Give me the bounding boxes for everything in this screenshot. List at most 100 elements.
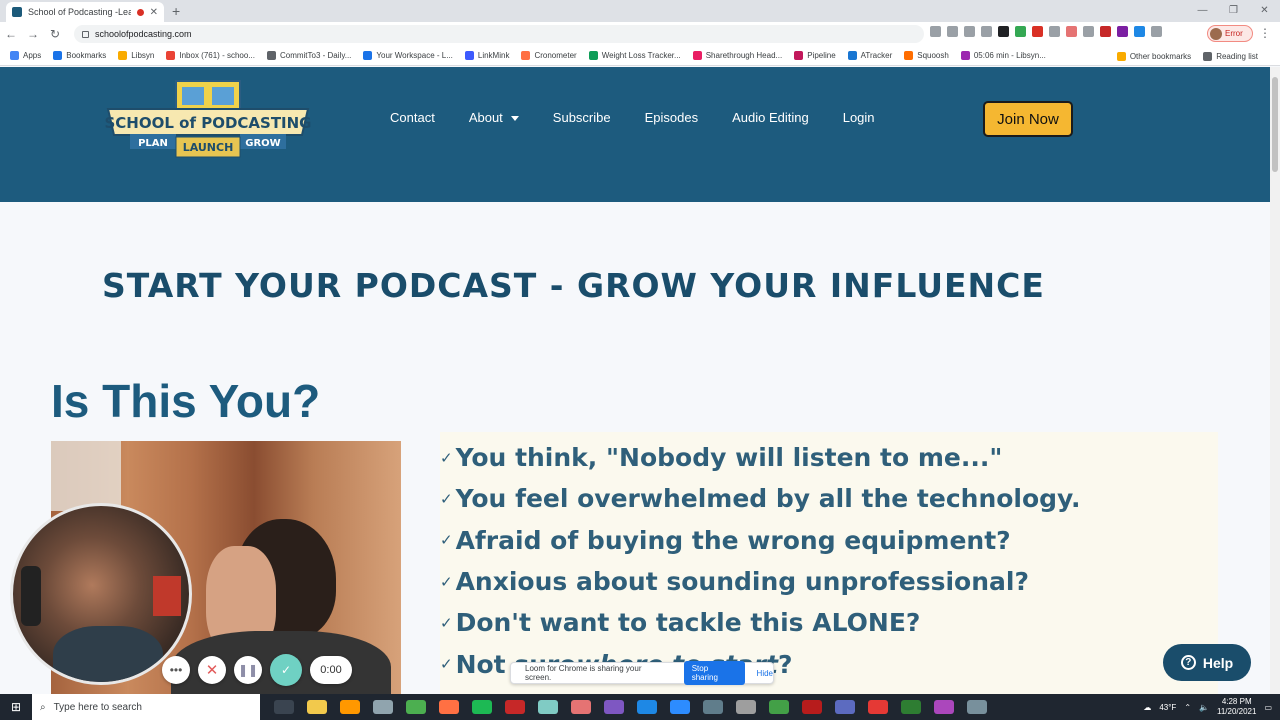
app-icon[interactable]: [868, 700, 888, 714]
join-now-button[interactable]: Join Now: [983, 101, 1073, 137]
reading-list[interactable]: Reading list: [1203, 51, 1258, 61]
close-window-icon[interactable]: ✕: [1249, 0, 1280, 22]
bookmark-favicon-icon: [588, 51, 598, 60]
extension-icon[interactable]: [1117, 26, 1128, 37]
weather-temp[interactable]: 43°F: [1159, 703, 1176, 712]
bookmark-item[interactable]: Weight Loss Tracker...: [588, 51, 681, 60]
app-icon[interactable]: [340, 700, 360, 714]
help-button[interactable]: ? Help: [1163, 644, 1251, 681]
menu-icon[interactable]: ⋮: [1254, 26, 1276, 40]
new-tab-icon[interactable]: +: [172, 3, 180, 19]
app-icon[interactable]: [802, 700, 822, 714]
zoom-icon[interactable]: [947, 26, 958, 37]
screen-sharing-bar: Loom for Chrome is sharing your screen. …: [510, 661, 774, 685]
loom-controls: ••• ✕ ❚❚ ✓ 0:00: [162, 654, 352, 686]
bookmark-item[interactable]: Libsyn: [118, 51, 154, 60]
tray-chevron-icon[interactable]: ⌃: [1184, 703, 1191, 712]
bookmark-item[interactable]: Apps: [10, 51, 41, 60]
reload-icon[interactable]: ↻: [44, 27, 66, 41]
app-icon[interactable]: [835, 700, 855, 714]
more-options-icon[interactable]: •••: [162, 656, 190, 684]
share-icon[interactable]: [964, 26, 975, 37]
bookmark-item[interactable]: LinkMink: [464, 51, 509, 60]
extension-icon[interactable]: [1066, 26, 1077, 37]
calculator-icon[interactable]: [703, 700, 723, 714]
trello-icon[interactable]: [637, 700, 657, 714]
browser-tab[interactable]: School of Podcasting -Learn ✕: [6, 2, 164, 22]
puzzle-icon[interactable]: [1151, 26, 1162, 37]
bookmark-item[interactable]: Bookmarks: [53, 51, 106, 60]
bookmark-item[interactable]: Cronometer: [521, 51, 577, 60]
app-icon[interactable]: [538, 700, 558, 714]
nav-about[interactable]: About: [469, 110, 519, 125]
maximize-icon[interactable]: ❐: [1218, 0, 1249, 22]
cancel-recording-button[interactable]: ✕: [198, 656, 226, 684]
audio-app-icon[interactable]: [505, 700, 525, 714]
minimize-icon[interactable]: —: [1187, 0, 1218, 22]
back-icon[interactable]: ←: [0, 27, 22, 41]
extension-icon[interactable]: [1083, 26, 1094, 37]
nav-login[interactable]: Login: [843, 110, 875, 125]
address-bar[interactable]: schoolofpodcasting.com: [74, 25, 924, 43]
extension-icon[interactable]: [1134, 26, 1145, 37]
bookmark-item[interactable]: CommitTo3 - Daily...: [266, 51, 351, 60]
bookmark-item[interactable]: ATracker: [847, 51, 892, 60]
bookmark-item[interactable]: Squoosh: [904, 51, 949, 60]
chrome-icon[interactable]: [406, 700, 426, 714]
slack-icon[interactable]: [604, 700, 624, 714]
app-icon[interactable]: [571, 700, 591, 714]
extension-icon[interactable]: [1015, 26, 1026, 37]
bookmark-item[interactable]: Your Workspace - L...: [363, 51, 453, 60]
close-tab-icon[interactable]: ✕: [150, 7, 158, 18]
task-view-icon[interactable]: [274, 700, 294, 714]
file-explorer-icon[interactable]: [307, 700, 327, 714]
app-icon[interactable]: [373, 700, 393, 714]
zoom-app-icon[interactable]: [670, 700, 690, 714]
other-bookmarks[interactable]: Other bookmarks: [1116, 51, 1191, 61]
star-icon[interactable]: [981, 26, 992, 37]
nav-about-label: About: [468, 110, 503, 125]
spotify-icon[interactable]: [472, 700, 492, 714]
nav-episodes[interactable]: Episodes: [645, 110, 698, 125]
notifications-icon[interactable]: ▭: [1264, 703, 1272, 712]
hide-sharing-bar-button[interactable]: Hide: [757, 669, 773, 678]
camera-icon[interactable]: [930, 26, 941, 37]
windows-start-icon[interactable]: ⊞: [0, 700, 32, 714]
app-icon[interactable]: [736, 700, 756, 714]
app-icon[interactable]: [934, 700, 954, 714]
firefox-icon[interactable]: [439, 700, 459, 714]
bookmark-item[interactable]: Inbox (761) - schoo...: [166, 51, 255, 60]
finish-recording-button[interactable]: ✓: [270, 654, 302, 686]
bubble-book: [153, 576, 181, 616]
app-icon[interactable]: [901, 700, 921, 714]
bookmark-item[interactable]: Pipeline: [794, 51, 836, 60]
forward-icon[interactable]: →: [22, 27, 44, 41]
nav-audio-editing[interactable]: Audio Editing: [732, 110, 809, 125]
taskbar-search[interactable]: ⌕ Type here to search: [32, 694, 260, 720]
scrollbar-thumb[interactable]: [1272, 77, 1278, 172]
extension-icon[interactable]: [1032, 26, 1043, 37]
extension-icon[interactable]: [1100, 26, 1111, 37]
stop-sharing-button[interactable]: Stop sharing: [683, 661, 745, 685]
profile-button[interactable]: Error: [1207, 25, 1253, 42]
taskbar-clock[interactable]: 4:28 PM 11/20/2021: [1217, 697, 1256, 717]
bookmark-item[interactable]: Sharethrough Head...: [692, 51, 782, 60]
taskbar-search-placeholder: Type here to search: [53, 701, 142, 713]
site-header: SCHOOL of PODCASTING PLAN LAUNCH GROW Co…: [0, 67, 1270, 202]
extension-icon[interactable]: [1049, 26, 1060, 37]
volume-icon[interactable]: 🔈: [1199, 703, 1209, 712]
app-icon[interactable]: [967, 700, 987, 714]
school-of-podcasting-logo[interactable]: SCHOOL of PODCASTING PLAN LAUNCH GROW: [104, 79, 312, 161]
nav-subscribe[interactable]: Subscribe: [553, 110, 611, 125]
camtasia-icon[interactable]: [769, 700, 789, 714]
pause-recording-button[interactable]: ❚❚: [234, 656, 262, 684]
nav-contact[interactable]: Contact: [390, 110, 435, 125]
checklist-item: ✓ Anxious about sounding unprofessional?: [440, 561, 1081, 602]
bookmark-favicon-icon: [464, 51, 474, 60]
check-icon: ✓: [440, 531, 453, 550]
page-scrollbar[interactable]: [1270, 67, 1280, 694]
bookmark-item[interactable]: 05:06 min - Libsyn...: [960, 51, 1046, 60]
extension-icon[interactable]: [998, 26, 1009, 37]
logo-launch: LAUNCH: [183, 141, 234, 154]
weather-icon[interactable]: ☁: [1143, 703, 1151, 712]
